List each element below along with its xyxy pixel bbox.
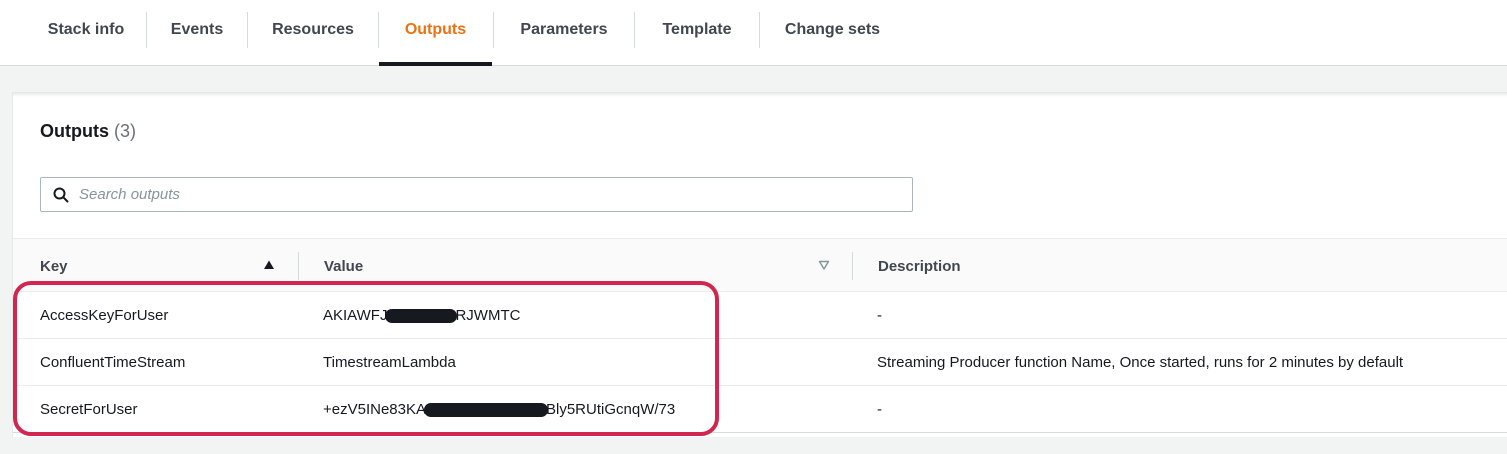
table-header: Key Value Description (13, 238, 1507, 292)
tab-template[interactable]: Template (635, 0, 759, 66)
output-description: - (877, 307, 882, 324)
outputs-panel: Outputs (3) Key Value Description Acc (12, 92, 1507, 437)
tab-resources[interactable]: Resources (248, 0, 378, 66)
panel-title: Outputs (3) (40, 121, 136, 142)
redaction-mark (385, 308, 458, 323)
tab-events[interactable]: Events (147, 0, 247, 66)
tab-label: Resources (272, 21, 354, 38)
output-value: +ezV5INe83KA Bly5RUtiGcnqW/73 (323, 386, 675, 433)
output-value: TimestreamLambda (323, 339, 456, 386)
column-header-description[interactable]: Description (878, 239, 1478, 293)
output-description: - (877, 401, 882, 418)
search-box (40, 177, 913, 212)
tab-label: Stack info (47, 21, 125, 38)
tab-change-sets[interactable]: Change sets (760, 0, 905, 66)
column-divider (852, 252, 853, 280)
tab-outputs[interactable]: Outputs (379, 0, 492, 66)
output-key: SecretForUser (40, 401, 138, 418)
sort-icon[interactable] (818, 259, 830, 271)
tab-label: Outputs (404, 21, 467, 38)
table-row: SecretForUser +ezV5INe83KA Bly5RUtiGcnqW/… (13, 386, 1507, 433)
table-row: ConfluentTimeStream TimestreamLambda Str… (13, 339, 1507, 386)
search-icon (53, 187, 69, 202)
value-visible-start: TimestreamLambda (323, 354, 456, 371)
column-header-key[interactable]: Key (40, 239, 280, 293)
value-visible-end: RJWMTC (455, 307, 521, 324)
value-visible-start: AKIAWFJ (323, 307, 388, 324)
column-header-label: Key (40, 257, 68, 275)
tab-label: Change sets (784, 21, 881, 38)
tab-label: Template (662, 21, 732, 38)
output-description: Streaming Producer function Name, Once s… (877, 354, 1404, 371)
table-row: AccessKeyForUser AKIAWFJ RJWMTC - (13, 292, 1507, 339)
outputs-count: (3) (114, 121, 137, 141)
column-header-label: Value (324, 257, 364, 275)
panel-title-text: Outputs (40, 121, 109, 141)
output-value: AKIAWFJ RJWMTC (323, 292, 520, 339)
search-input[interactable] (79, 178, 912, 211)
column-divider (298, 252, 299, 280)
output-key: ConfluentTimeStream (40, 354, 186, 371)
tab-label: Parameters (520, 21, 608, 38)
redaction-mark (424, 402, 548, 417)
value-visible-start: +ezV5INe83KA (323, 401, 426, 418)
value-visible-end: Bly5RUtiGcnqW/73 (546, 401, 676, 418)
tab-stack-info[interactable]: Stack info (26, 0, 146, 66)
tab-bar: Stack info Events Resources Outputs Para… (0, 0, 1507, 66)
tab-label: Events (170, 21, 224, 38)
output-key: AccessKeyForUser (40, 307, 169, 324)
column-header-value[interactable]: Value (324, 239, 804, 293)
sort-ascending-icon[interactable] (263, 259, 275, 271)
tab-parameters[interactable]: Parameters (494, 0, 634, 66)
column-header-label: Description (878, 257, 961, 275)
